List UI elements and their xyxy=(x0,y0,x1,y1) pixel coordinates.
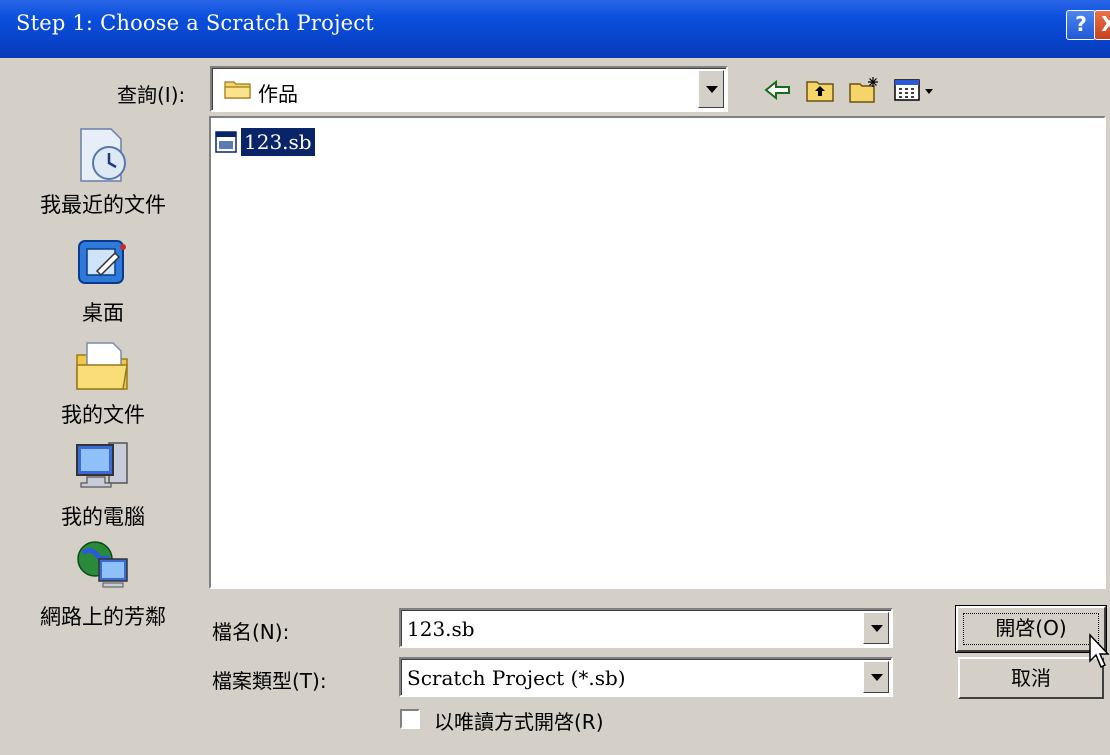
file-name: 123.sb xyxy=(240,127,316,157)
recent-documents-icon xyxy=(80,128,126,182)
new-folder-icon[interactable] xyxy=(848,75,880,105)
title-bar: Step 1: Choose a Scratch Project ? X xyxy=(0,0,1110,58)
cancel-button-label: 取消 xyxy=(1011,666,1051,690)
filename-label: 檔名(N): xyxy=(212,620,290,644)
my-computer-icon xyxy=(76,442,128,488)
open-button[interactable]: 開啓(O) xyxy=(955,605,1107,653)
filetype-label: 檔案類型(T): xyxy=(212,669,327,693)
readonly-label: 以唯讀方式開啓(R) xyxy=(434,710,604,734)
chevron-down-icon[interactable] xyxy=(863,612,889,644)
place-label: 我的電腦 xyxy=(61,505,145,529)
help-button[interactable]: ? xyxy=(1066,10,1096,40)
up-folder-icon[interactable] xyxy=(804,75,836,105)
place-label: 我的文件 xyxy=(61,403,145,427)
chevron-down-icon[interactable] xyxy=(863,661,889,693)
place-recent-documents[interactable]: 我最近的文件 xyxy=(20,125,186,219)
place-label: 我最近的文件 xyxy=(40,193,166,217)
filetype-value: Scratch Project (*.sb) xyxy=(407,666,626,690)
back-arrow-icon[interactable] xyxy=(762,75,794,105)
close-button[interactable]: X xyxy=(1094,10,1110,40)
folder-icon xyxy=(224,81,251,99)
place-label: 網路上的芳鄰 xyxy=(40,605,166,629)
place-network[interactable]: 網路上的芳鄰 xyxy=(20,537,186,631)
lookin-label: 查詢(I): xyxy=(117,83,186,107)
place-my-computer[interactable]: 我的電腦 xyxy=(20,437,186,531)
chevron-down-icon[interactable] xyxy=(698,70,724,108)
view-menu-icon[interactable] xyxy=(892,75,944,105)
my-documents-icon xyxy=(76,342,128,390)
scratch-file-icon xyxy=(215,131,237,153)
mouse-cursor-icon xyxy=(1089,633,1110,669)
file-list[interactable]: 123.sb xyxy=(209,116,1106,589)
cancel-button[interactable]: 取消 xyxy=(958,657,1104,699)
network-places-icon xyxy=(77,541,128,588)
filename-value: 123.sb xyxy=(407,617,475,641)
lookin-dropdown[interactable]: 作品 xyxy=(210,66,728,112)
place-my-documents[interactable]: 我的文件 xyxy=(20,335,186,429)
filetype-dropdown[interactable]: Scratch Project (*.sb) xyxy=(399,657,893,697)
readonly-checkbox[interactable] xyxy=(400,709,420,729)
place-label: 桌面 xyxy=(82,301,124,325)
filename-field[interactable]: 123.sb xyxy=(399,608,893,648)
lookin-value: 作品 xyxy=(258,82,298,106)
desktop-icon xyxy=(78,240,126,284)
place-desktop[interactable]: 桌面 xyxy=(20,233,186,327)
window-title: Step 1: Choose a Scratch Project xyxy=(16,11,374,35)
